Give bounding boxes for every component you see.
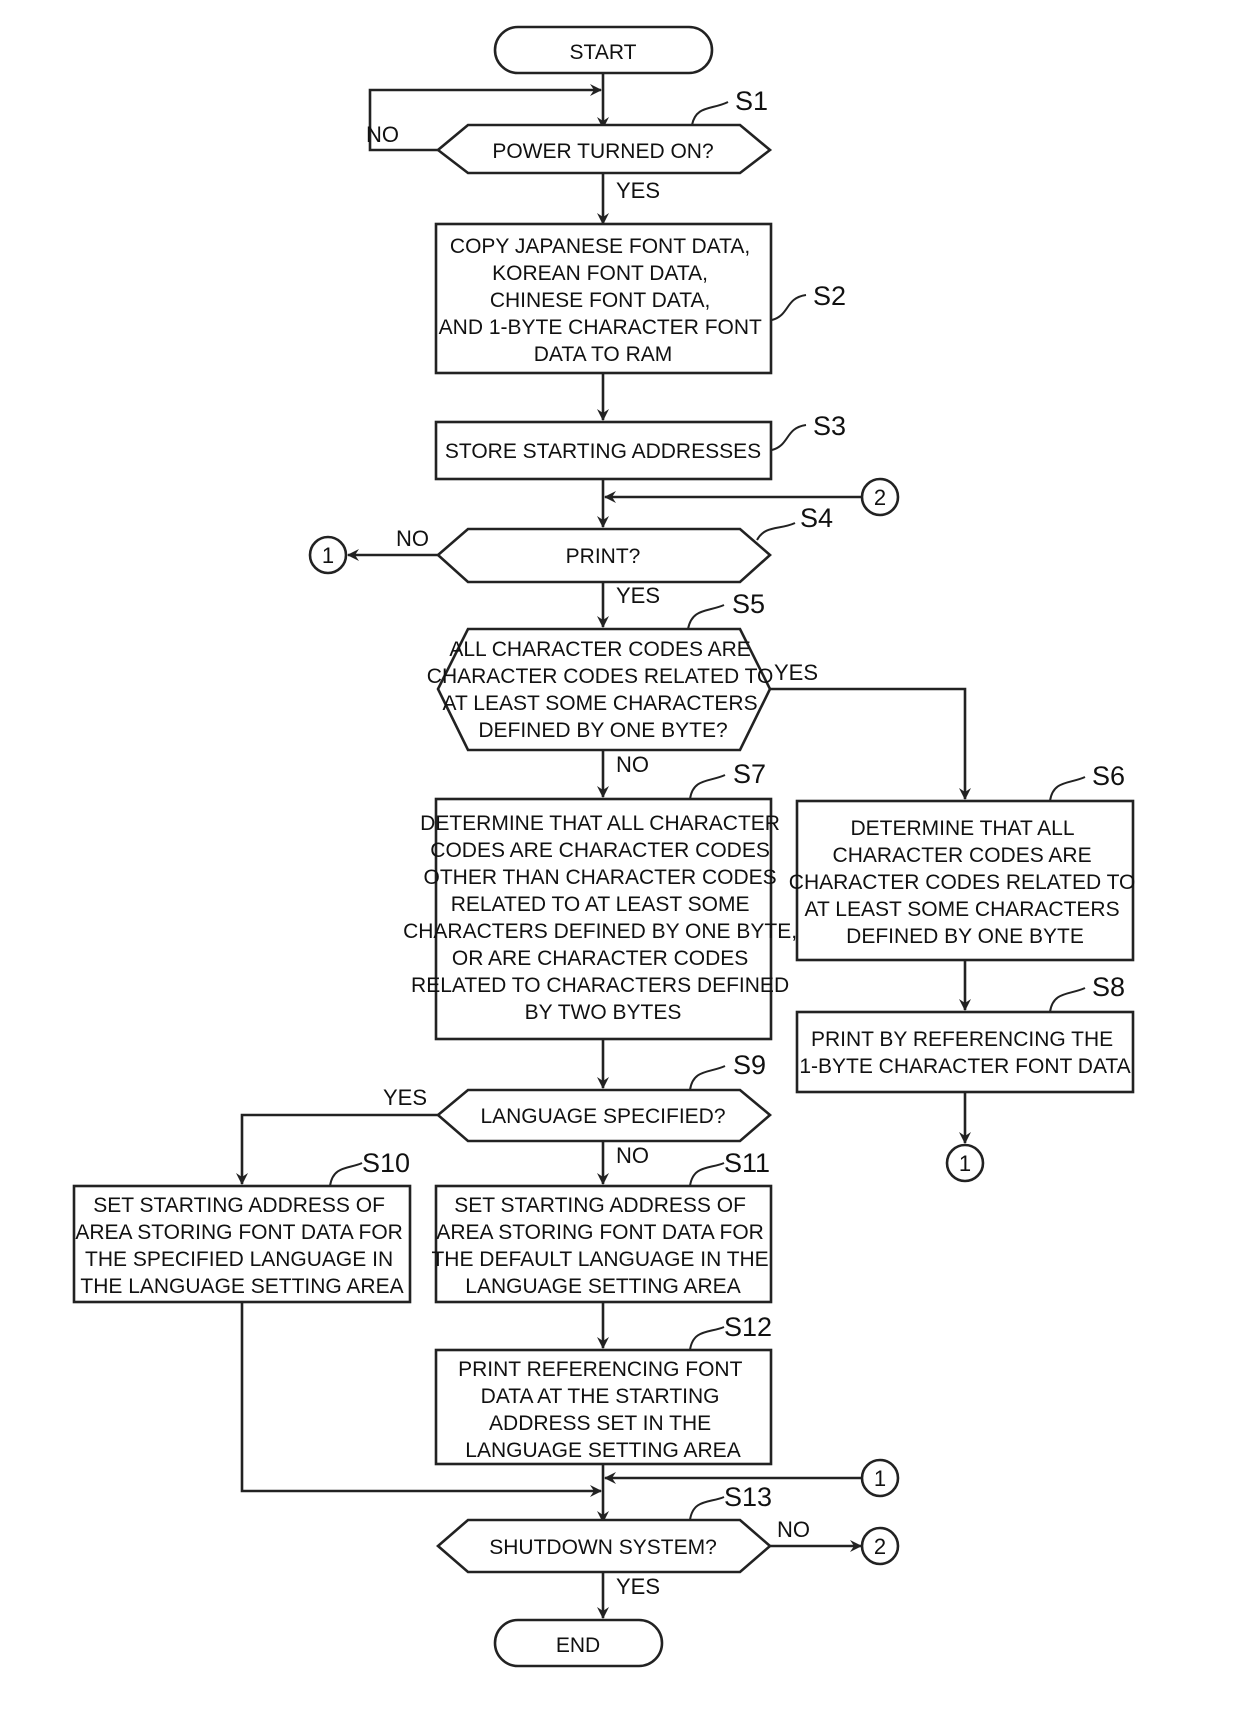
s10-leader <box>329 1162 363 1187</box>
terminal-start: START <box>493 25 714 75</box>
decision-s5: ALL CHARACTER CODES ARE CHARACTER CODES … <box>427 627 773 752</box>
s5-leader <box>687 604 725 630</box>
step-label-s2: S2 <box>813 281 846 311</box>
svg-text:1: 1 <box>322 543 334 568</box>
terminal-end: END <box>493 1618 664 1668</box>
s3-text: STORE STARTING ADDRESSES <box>445 440 761 463</box>
process-s3: STORE STARTING ADDRESSES <box>434 420 773 481</box>
process-s10: SET STARTING ADDRESS OF AREA STORING FON… <box>72 1184 412 1304</box>
svg-text:2: 2 <box>874 1534 886 1559</box>
flowchart: START POWER TURNED ON? COPY JAPANESE FON… <box>72 25 1135 1668</box>
s4-text: PRINT? <box>566 545 641 568</box>
process-s11: SET STARTING ADDRESS OF AREA STORING FON… <box>431 1184 773 1304</box>
step-label-s5: S5 <box>732 589 765 619</box>
terminal-start-label: START <box>570 41 637 64</box>
step-label-s13: S13 <box>724 1482 772 1512</box>
decision-s4: PRINT? <box>436 527 772 584</box>
svg-text:2: 2 <box>874 485 886 510</box>
connector-1-right: 1 <box>945 1143 985 1183</box>
step-label-s1: S1 <box>735 86 768 116</box>
step-label-s10: S10 <box>362 1148 410 1178</box>
decision-s1: POWER TURNED ON? <box>435 123 773 175</box>
connector-2-top: 2 <box>860 477 900 517</box>
step-label-s9: S9 <box>733 1050 766 1080</box>
s5-yes-label: YES <box>774 660 818 685</box>
step-label-s6: S6 <box>1092 761 1125 791</box>
s5-no-label: NO <box>616 752 649 777</box>
step-label-s11: S11 <box>724 1148 770 1178</box>
s13-text: SHUTDOWN SYSTEM? <box>489 1536 717 1559</box>
edge-s5-s6 <box>770 687 971 800</box>
process-s7: DETERMINE THAT ALL CHARACTER CODES ARE C… <box>403 797 797 1041</box>
step-label-s12: S12 <box>724 1312 772 1342</box>
s4-no-label: NO <box>396 526 429 551</box>
step-label-s4: S4 <box>800 503 833 533</box>
s1-text: POWER TURNED ON? <box>492 140 713 163</box>
s12-leader <box>689 1326 725 1351</box>
s3-leader <box>771 424 807 451</box>
process-s2: COPY JAPANESE FONT DATA, KOREAN FONT DAT… <box>434 222 773 375</box>
step-label-s8: S8 <box>1092 972 1125 1002</box>
s13-no-label: NO <box>777 1517 810 1542</box>
step-label-s7: S7 <box>733 759 766 789</box>
connector-1-left: 1 <box>308 535 348 575</box>
s13-yes-label: YES <box>616 1574 660 1599</box>
s2-leader <box>771 294 807 321</box>
svg-text:1: 1 <box>874 1466 886 1491</box>
s1-yes-label: YES <box>616 178 660 203</box>
terminal-end-label: END <box>556 1634 600 1657</box>
s8-leader <box>1049 987 1086 1013</box>
s4-leader <box>756 522 796 541</box>
s1-no-label: NO <box>366 122 399 147</box>
s7-leader <box>689 774 726 800</box>
s9-no-label: NO <box>616 1143 649 1168</box>
s13-leader <box>689 1496 725 1521</box>
decision-s13: SHUTDOWN SYSTEM? <box>436 1518 772 1574</box>
s1-leader <box>691 101 729 126</box>
s9-leader <box>689 1065 726 1091</box>
svg-text:1: 1 <box>959 1151 971 1176</box>
s6-leader <box>1049 776 1086 802</box>
process-s8: PRINT BY REFERENCING THE 1-BYTE CHARACTE… <box>795 1010 1135 1094</box>
s11-leader <box>689 1162 725 1187</box>
process-s6: DETERMINE THAT ALL CHARACTER CODES ARE C… <box>789 799 1135 962</box>
s9-text: LANGUAGE SPECIFIED? <box>480 1105 725 1128</box>
process-s12: PRINT REFERENCING FONT DATA AT THE START… <box>434 1348 773 1466</box>
connector-1-bottom: 1 <box>860 1458 900 1498</box>
s4-yes-label: YES <box>616 583 660 608</box>
step-label-s3: S3 <box>813 411 846 441</box>
s9-yes-label: YES <box>383 1085 427 1110</box>
connector-2-bottom: 2 <box>860 1526 900 1566</box>
decision-s9: LANGUAGE SPECIFIED? <box>435 1088 773 1143</box>
